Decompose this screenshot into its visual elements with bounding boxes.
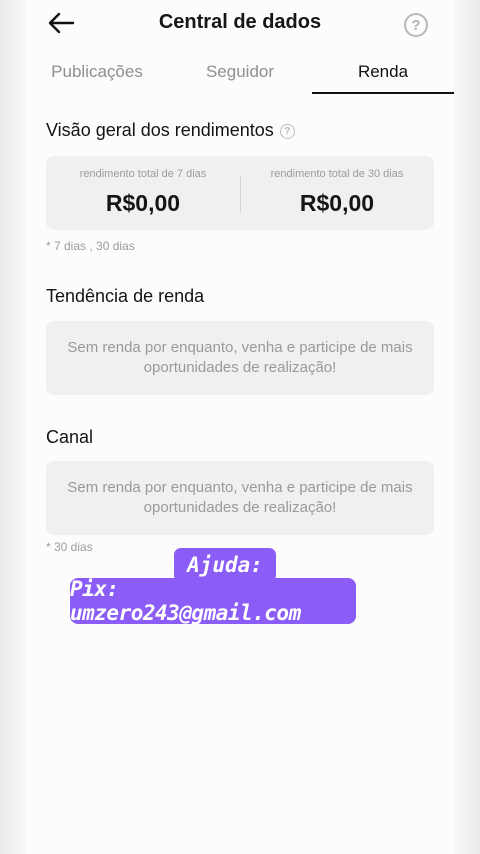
overview-title-text: Visão geral dos rendimentos: [46, 120, 274, 140]
income-summary-card: rendimento total de 7 dias R$0,00 rendim…: [46, 156, 434, 230]
active-tab-indicator: [312, 92, 454, 94]
income-30-days-value: R$0,00: [299, 190, 375, 216]
trend-section-title: Tendência de renda: [46, 286, 205, 306]
income-7-days-label: rendimento total de 7 dias: [79, 168, 207, 180]
channel-section-title: Canal: [46, 427, 94, 447]
tab-publicacoes[interactable]: Publicações: [26, 52, 168, 96]
help-banner-pix: Pix: umzero243@gmail.com: [70, 577, 356, 625]
background-left: [0, 0, 26, 854]
info-icon[interactable]: ?: [279, 124, 295, 139]
income-30-days-label: rendimento total de 30 dias: [270, 168, 404, 180]
income-7-days-value: R$0,00: [105, 190, 181, 216]
channel-empty-message: Sem renda por enquanto, venha e particip…: [67, 479, 413, 516]
help-button[interactable]: ?: [404, 13, 428, 37]
tab-renda[interactable]: Renda: [312, 52, 454, 96]
income-7-days: rendimento total de 7 dias R$0,00: [46, 156, 240, 230]
channel-card: Sem renda por enquanto, venha e particip…: [46, 461, 434, 535]
background-right: [454, 0, 480, 854]
app-screen: Central de dados ? Publicações Seguidor …: [26, 0, 454, 854]
trend-card: Sem renda por enquanto, venha e particip…: [46, 321, 434, 395]
tab-seguidor[interactable]: Seguidor: [169, 52, 311, 96]
top-bar: Central de dados ?: [26, 0, 454, 48]
trend-empty-message: Sem renda por enquanto, venha e particip…: [67, 339, 413, 376]
question-icon: ?: [411, 16, 421, 34]
overview-note: * 7 dias , 30 dias: [46, 239, 135, 253]
channel-note: * 30 dias: [46, 540, 93, 554]
page-title: Central de dados: [158, 11, 322, 33]
overview-section-title: Visão geral dos rendimentos?: [46, 120, 295, 141]
tab-bar: Publicações Seguidor Renda: [26, 52, 454, 96]
income-30-days: rendimento total de 30 dias R$0,00: [240, 156, 434, 230]
